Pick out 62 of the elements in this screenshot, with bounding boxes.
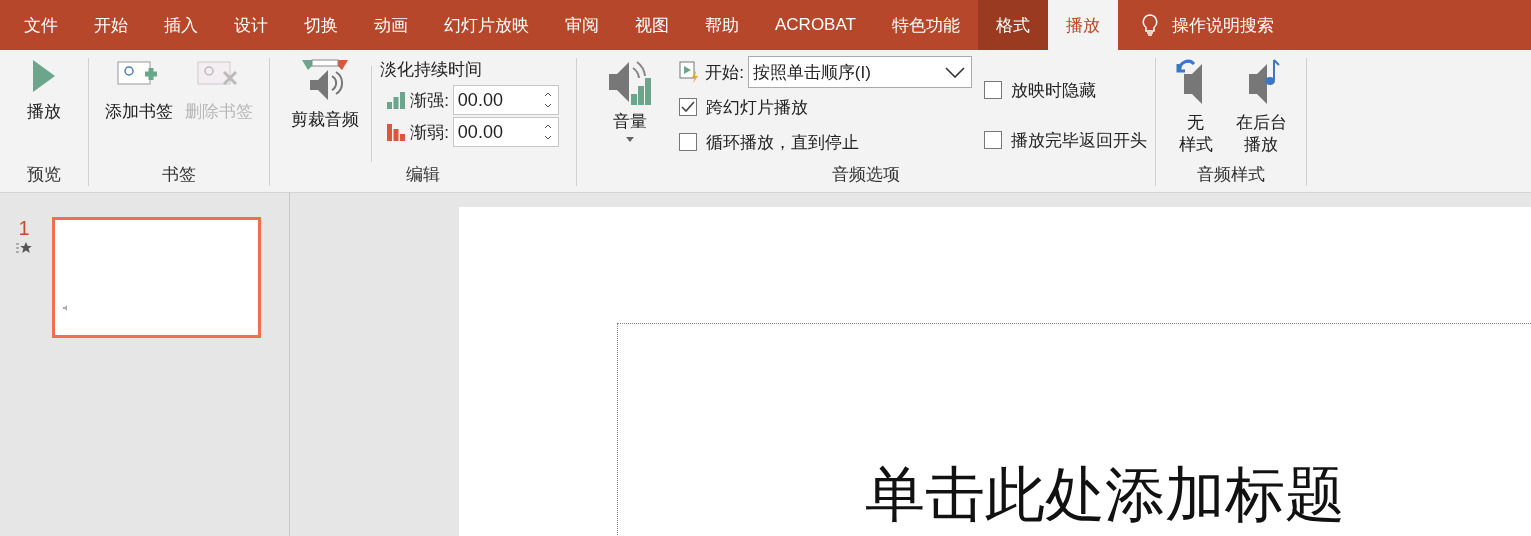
slide-thumbnail[interactable] bbox=[52, 217, 261, 338]
ribbon-tab[interactable]: ACROBAT bbox=[757, 0, 874, 50]
checkmark-icon bbox=[681, 101, 696, 113]
option-checkbox[interactable]: 跨幻灯片播放 bbox=[679, 91, 972, 123]
ribbon-tab[interactable]: 视图 bbox=[617, 0, 687, 50]
fade-in-label: 渐强: bbox=[410, 89, 449, 112]
rising-bars-icon bbox=[386, 91, 407, 109]
ribbon-tab[interactable]: 切换 bbox=[286, 0, 356, 50]
option-checkbox[interactable]: 播放完毕返回开头 bbox=[983, 124, 1147, 156]
title-placeholder[interactable]: 单击此处添加标题 bbox=[617, 323, 1531, 536]
option-checkbox[interactable]: 循环播放，直到停止 bbox=[679, 126, 972, 158]
falling-bars-icon bbox=[386, 123, 407, 141]
button-label-line: 样式 bbox=[1178, 134, 1213, 157]
fade-out-field[interactable]: 00.00 bbox=[452, 117, 559, 147]
spinner-arrows-icon bbox=[543, 122, 552, 142]
ribbon-tab[interactable]: 设计 bbox=[216, 0, 286, 50]
lightbulb-icon bbox=[1141, 14, 1158, 36]
ribbon-tab[interactable]: 审阅 bbox=[547, 0, 617, 50]
ribbon-tab[interactable]: 插入 bbox=[146, 0, 216, 50]
play-button[interactable]: 播放 bbox=[23, 56, 65, 125]
group-label: 音频选项 bbox=[832, 164, 900, 186]
group-label: 编辑 bbox=[406, 164, 440, 186]
ribbon-tab[interactable]: 幻灯片放映 bbox=[426, 0, 547, 50]
ribbon-tab[interactable]: 特色功能 bbox=[873, 0, 978, 50]
fade-out-label: 渐弱: bbox=[410, 121, 449, 144]
ribbon-tab[interactable]: 动画 bbox=[356, 0, 426, 50]
no-style-button[interactable]: 无 样式 bbox=[1167, 56, 1224, 159]
group-label: 预览 bbox=[27, 164, 61, 186]
volume-button[interactable]: 音量 bbox=[603, 56, 658, 144]
checkbox[interactable] bbox=[983, 81, 1002, 99]
speaker-volume-icon bbox=[607, 58, 654, 106]
fade-duration-label: 淡化持续时间 bbox=[380, 59, 484, 81]
speaker-icon bbox=[63, 305, 69, 311]
speaker-ruler-icon bbox=[300, 58, 351, 102]
play-icon bbox=[31, 58, 57, 94]
ribbon-tab[interactable]: 文件 bbox=[6, 0, 76, 50]
option-checkbox[interactable]: 放映时隐藏 bbox=[983, 74, 1147, 106]
start-dropdown[interactable]: 按照单击顺序(I) bbox=[747, 56, 972, 88]
start-label: 开始: bbox=[705, 61, 744, 84]
slide-number: 1 bbox=[18, 217, 30, 240]
ribbon-tab[interactable]: 帮助 bbox=[687, 0, 757, 50]
button-label-line: 在后台 bbox=[1235, 112, 1287, 134]
group-label: 音频样式 bbox=[1197, 164, 1265, 186]
checkbox[interactable] bbox=[679, 98, 698, 116]
checkbox[interactable] bbox=[983, 131, 1002, 149]
spinner-arrows-icon bbox=[543, 90, 552, 110]
button-label-line: 播放 bbox=[1244, 134, 1278, 157]
chevron-down-icon bbox=[944, 66, 965, 78]
fade-in-field[interactable]: 00.00 bbox=[452, 85, 559, 115]
dropdown-caret-icon bbox=[626, 137, 635, 142]
ribbon-tab[interactable]: 播放 bbox=[1047, 0, 1118, 50]
add-bookmark-button[interactable]: 添加书签 bbox=[101, 56, 177, 125]
tell-me-search[interactable]: 操作说明搜索 bbox=[1171, 13, 1274, 37]
play-in-background-button[interactable]: 在后台 播放 bbox=[1227, 56, 1295, 159]
ribbon-tab[interactable]: 格式 bbox=[977, 0, 1048, 50]
trim-audio-button[interactable]: 剪裁音频 bbox=[287, 56, 364, 133]
group-label: 书签 bbox=[162, 164, 196, 186]
checkbox[interactable] bbox=[679, 133, 698, 151]
title-placeholder-text: 单击此处添加标题 bbox=[864, 462, 1345, 530]
button-label-line: 无 bbox=[1187, 112, 1204, 134]
ribbon-tab[interactable]: 开始 bbox=[76, 0, 146, 50]
animation-star-icon bbox=[16, 242, 32, 254]
